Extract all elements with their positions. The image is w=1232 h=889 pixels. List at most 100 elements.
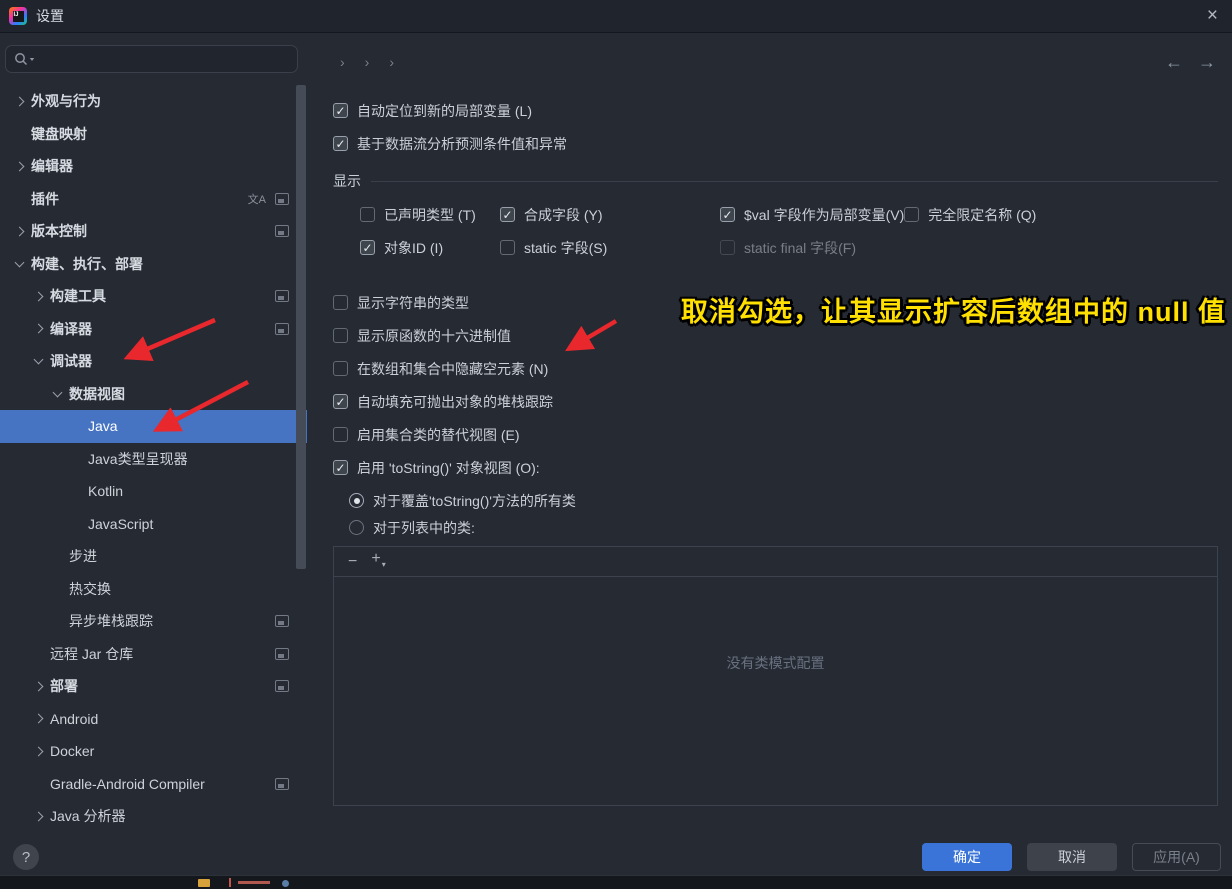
cancel-button[interactable]: 取消	[1027, 843, 1117, 871]
sidebar-item[interactable]: JavaScript	[0, 508, 307, 541]
checkbox[interactable]: ✓	[333, 460, 348, 475]
radio-icon	[349, 493, 364, 508]
settings-content: › › › ← → ✓ 自动定位到新的局部变量 (L) ✓ 基于数据流分析预测条件值…	[330, 32, 1232, 889]
external-settings-icon	[275, 778, 289, 790]
checkbox-row[interactable]: 完全限定名称 (Q)	[904, 201, 1036, 228]
checkbox-row[interactable]: 已声明类型 (T)	[360, 201, 500, 228]
sidebar-item[interactable]: Java 分析器	[0, 800, 307, 833]
external-settings-icon	[275, 648, 289, 660]
checkbox[interactable]: ✓	[333, 136, 348, 151]
chevron-icon	[29, 748, 47, 755]
checkbox[interactable]: ✓	[360, 240, 375, 255]
display-section-header: 显示	[333, 171, 1218, 191]
checkbox-row[interactable]: ✓ 合成字段 (Y)	[500, 201, 720, 228]
display-options-grid: 已声明类型 (T) ✓ 合成字段 (Y) ✓ $val 字段作为局部变量(V) …	[360, 201, 1218, 267]
chevron-icon	[10, 163, 28, 170]
sidebar-item[interactable]: 热交换	[0, 573, 307, 606]
sidebar-item[interactable]: 键盘映射	[0, 118, 307, 151]
sidebar-item[interactable]: 数据视图	[0, 378, 307, 411]
checkbox[interactable]	[360, 207, 375, 222]
chevron-icon	[29, 359, 47, 363]
top-checkbox-list: ✓ 自动定位到新的局部变量 (L) ✓ 基于数据流分析预测条件值和异常	[333, 97, 1218, 157]
chevron-icon	[29, 683, 47, 690]
checkbox-row[interactable]: static final 字段(F)	[720, 234, 856, 261]
sidebar-item[interactable]: 部署	[0, 670, 307, 703]
checkbox[interactable]	[500, 240, 515, 255]
window-title: 设置	[36, 6, 64, 26]
sidebar-item[interactable]: 编辑器	[0, 150, 307, 183]
sidebar-item[interactable]: 步进	[0, 540, 307, 573]
sidebar-item[interactable]: 构建工具	[0, 280, 307, 313]
checkbox[interactable]: ✓	[333, 394, 348, 409]
sidebar-item[interactable]: Android	[0, 703, 307, 736]
external-settings-icon	[275, 193, 289, 205]
dropdown-caret-icon: ▾	[382, 560, 386, 569]
sidebar-item[interactable]: 构建、执行、部署	[0, 248, 307, 281]
checkbox[interactable]	[720, 240, 735, 255]
settings-window: IJ 设置 × 外观与行为 键盘映射 编辑器	[0, 0, 1232, 889]
back-icon[interactable]: ←	[1165, 52, 1183, 73]
sidebar-item[interactable]: Gradle-Android Compiler	[0, 768, 307, 801]
checkbox[interactable]	[333, 361, 348, 376]
chevron-icon	[29, 325, 47, 332]
checkbox[interactable]: ✓	[720, 207, 735, 222]
checkbox-row[interactable]: static 字段(S)	[500, 234, 720, 261]
checkbox-row[interactable]: 在数组和集合中隐藏空元素 (N)	[333, 355, 1218, 382]
radio-option[interactable]: 对于列表中的类:	[349, 514, 1218, 541]
remove-button[interactable]: −	[348, 554, 357, 570]
checkbox-row[interactable]: ✓ 基于数据流分析预测条件值和异常	[333, 130, 1218, 157]
checkbox-row[interactable]: ✓ $val 字段作为局部变量(V)	[720, 201, 904, 228]
forward-icon[interactable]: →	[1198, 52, 1216, 73]
annotation-text: 取消勾选，让其显示扩容后数组中的 null 值	[681, 290, 1226, 329]
sidebar-item[interactable]: Kotlin	[0, 475, 307, 508]
search-input[interactable]	[5, 45, 298, 73]
chevron-icon	[29, 293, 47, 300]
chevron-icon	[48, 392, 66, 396]
checkbox[interactable]: ✓	[333, 103, 348, 118]
translate-icon: 文A	[248, 191, 266, 207]
checkbox[interactable]	[333, 427, 348, 442]
ok-button[interactable]: 确定	[922, 843, 1012, 871]
section-title: 显示	[333, 171, 361, 191]
sidebar-item[interactable]: 异步堆栈跟踪	[0, 605, 307, 638]
content-header: › › › ← →	[330, 32, 1232, 88]
tostring-radio-group: 对于覆盖'toString()'方法的所有类 对于列表中的类:	[349, 487, 1218, 541]
breadcrumb-separator-icon: ›	[340, 54, 345, 70]
breadcrumb-separator-icon: ›	[389, 54, 394, 70]
checkbox-row[interactable]: ✓ 启用 'toString()' 对象视图 (O):	[333, 454, 1218, 481]
checkbox[interactable]	[904, 207, 919, 222]
sidebar-item[interactable]: 插件 文A	[0, 183, 307, 216]
sidebar-item[interactable]: Java	[0, 410, 307, 443]
panel-toolbar: − +▾	[334, 547, 1217, 577]
checkbox[interactable]	[333, 295, 348, 310]
add-button[interactable]: +▾	[371, 551, 385, 573]
title-bar: IJ 设置 ×	[0, 0, 1232, 33]
checkbox[interactable]: ✓	[500, 207, 515, 222]
checkbox-row[interactable]: 启用集合类的替代视图 (E)	[333, 421, 1218, 448]
empty-state-text: 没有类模式配置	[727, 653, 825, 673]
sidebar-scrollbar[interactable]	[296, 85, 306, 569]
sidebar-item[interactable]: 版本控制	[0, 215, 307, 248]
radio-option[interactable]: 对于覆盖'toString()'方法的所有类	[349, 487, 1218, 514]
chevron-icon	[10, 98, 28, 105]
breadcrumb: › › ›	[330, 50, 404, 70]
sidebar-item[interactable]: 调试器	[0, 345, 307, 378]
sidebar-item[interactable]: 外观与行为	[0, 85, 307, 118]
breadcrumb-separator-icon: ›	[365, 54, 370, 70]
checkbox[interactable]	[333, 328, 348, 343]
external-settings-icon	[275, 680, 289, 692]
close-icon[interactable]: ×	[1207, 4, 1218, 28]
checkbox-row[interactable]: ✓ 对象ID (I)	[360, 234, 500, 261]
sidebar-item[interactable]: Java类型呈现器	[0, 443, 307, 476]
intellij-logo-icon: IJ	[9, 7, 27, 25]
sidebar-item[interactable]: 远程 Jar 仓库	[0, 638, 307, 671]
external-settings-icon	[275, 225, 289, 237]
chevron-icon	[10, 262, 28, 266]
checkbox-row[interactable]: ✓ 自动定位到新的局部变量 (L)	[333, 97, 1218, 124]
apply-button[interactable]: 应用(A)	[1132, 843, 1221, 871]
checkbox-row[interactable]: ✓ 自动填充可抛出对象的堆栈跟踪	[333, 388, 1218, 415]
help-button[interactable]: ?	[13, 844, 39, 870]
sidebar-item[interactable]: Docker	[0, 735, 307, 768]
sidebar-item[interactable]: 编译器	[0, 313, 307, 346]
class-pattern-panel[interactable]: − +▾ 没有类模式配置	[333, 546, 1218, 806]
